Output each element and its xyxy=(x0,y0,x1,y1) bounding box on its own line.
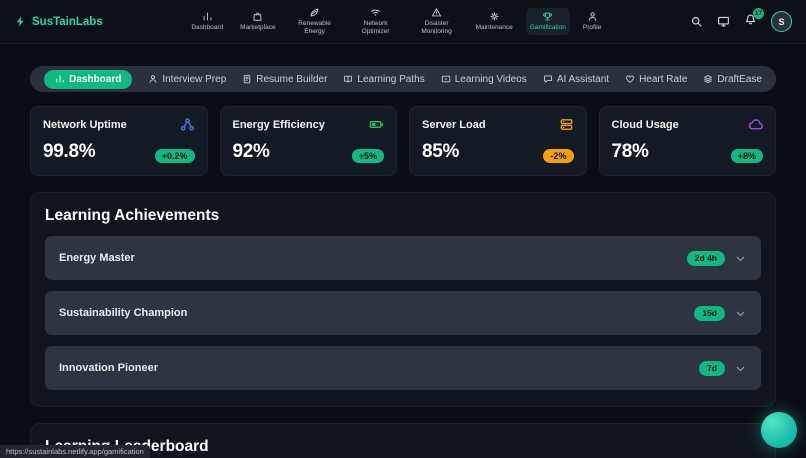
topnav-item-label: Renewable Energy xyxy=(298,20,331,35)
stat-card-server-load: Server Load 85% -2% xyxy=(409,106,587,176)
notification-count-badge: 17 xyxy=(752,7,764,19)
notifications-button[interactable]: 17 xyxy=(744,7,764,31)
stat-delta-badge: +8% xyxy=(730,149,763,163)
subnav-item-resume-builder[interactable]: Resume Builder xyxy=(242,74,327,85)
stats-row: Network Uptime 99.8% +0.2% Energy Effici… xyxy=(30,106,776,176)
topnav-item-disaster-monitoring[interactable]: Disaster Monitoring xyxy=(411,4,463,39)
topnav-item-gamification[interactable]: Gamification xyxy=(525,8,570,35)
topnav-item-label: Dashboard xyxy=(191,24,224,32)
achievement-row-energy-master[interactable]: Energy Master 2d 4h xyxy=(45,236,761,280)
panel-title: Learning Leaderboard xyxy=(45,438,209,455)
achievement-time-badge: 2d 4h xyxy=(686,250,725,266)
network-nodes-icon xyxy=(180,117,195,132)
chat-icon xyxy=(543,74,553,84)
monitor-icon[interactable] xyxy=(717,15,730,28)
subnav-item-learning-videos[interactable]: Learning Videos xyxy=(441,74,527,85)
top-actions: 17 S xyxy=(690,7,792,32)
subnav-item-interview-prep[interactable]: Interview Prep xyxy=(148,74,226,85)
server-icon xyxy=(559,117,574,132)
layers-icon xyxy=(703,74,713,84)
sub-navigation: Dashboard Interview Prep Resume Builder … xyxy=(30,66,776,92)
subnav-item-label: AI Assistant xyxy=(556,73,610,85)
signal-icon xyxy=(370,7,381,18)
stat-value: 92% xyxy=(232,141,270,162)
topnav-item-label: Disaster Monitoring xyxy=(421,20,452,35)
chevron-down-icon xyxy=(734,362,747,375)
achievement-name: Sustainability Champion xyxy=(59,307,188,319)
learning-achievements-panel: Learning Achievements Energy Master 2d 4… xyxy=(30,192,776,407)
stat-value: 99.8% xyxy=(43,141,96,162)
achievement-row-sustainability-champion[interactable]: Sustainability Champion 15d xyxy=(45,291,761,335)
stat-delta-badge: +0.2% xyxy=(154,149,195,163)
achievement-name: Energy Master xyxy=(59,252,135,264)
brand-lightning-icon xyxy=(14,15,27,28)
achievement-row-innovation-pioneer[interactable]: Innovation Pioneer 7d xyxy=(45,346,761,390)
shopping-bag-icon xyxy=(252,11,263,22)
subnav-item-label: Learning Paths xyxy=(357,73,425,85)
achievement-name: Innovation Pioneer xyxy=(59,362,159,374)
bar-chart-icon xyxy=(55,74,65,84)
brand-name: SusTainLabs xyxy=(32,15,103,28)
brand[interactable]: SusTainLabs xyxy=(14,15,103,28)
subnav-item-label: Resume Builder xyxy=(256,73,328,85)
topnav-item-maintenance[interactable]: Maintenance xyxy=(472,8,517,35)
stat-label: Server Load xyxy=(422,118,486,131)
cloud-icon xyxy=(748,117,763,132)
stat-value: 85% xyxy=(422,141,460,162)
main-content: Dashboard Interview Prep Resume Builder … xyxy=(0,44,806,458)
chevron-down-icon xyxy=(734,307,747,320)
achievement-time-badge: 15d xyxy=(694,305,725,321)
avatar[interactable]: S xyxy=(770,11,792,32)
alert-triangle-icon xyxy=(431,7,442,18)
leaf-icon xyxy=(309,7,320,18)
stat-label: Network Uptime xyxy=(43,118,127,131)
stat-card-energy-efficiency: Energy Efficiency 92% +5% xyxy=(219,106,397,176)
stat-label: Cloud Usage xyxy=(611,118,679,131)
topnav-item-profile[interactable]: Profile xyxy=(579,8,605,35)
stat-value: 78% xyxy=(611,141,649,162)
topnav-item-label: Maintenance xyxy=(475,24,513,32)
subnav-item-heart-rate[interactable]: Heart Rate xyxy=(625,74,687,85)
book-icon xyxy=(343,74,353,84)
topnav-item-marketplace[interactable]: Marketplace xyxy=(236,8,279,35)
status-url: https://sustainlabs.netlify.app/gamifica… xyxy=(0,445,150,458)
trophy-icon xyxy=(542,11,553,22)
stat-label: Energy Efficiency xyxy=(232,118,325,131)
subnav-item-learning-paths[interactable]: Learning Paths xyxy=(343,73,425,85)
subnav-item-draftease[interactable]: DraftEase xyxy=(703,73,762,85)
user-icon xyxy=(148,74,158,84)
achievement-time-badge: 7d xyxy=(699,360,725,376)
stat-delta-badge: +5% xyxy=(351,149,384,163)
topnav-item-network-optimizer[interactable]: Network Optimizer xyxy=(350,4,402,39)
topnav-item-label: Profile xyxy=(582,24,602,32)
chevron-down-icon xyxy=(734,252,747,265)
topnav-item-dashboard[interactable]: Dashboard xyxy=(187,8,227,35)
document-icon xyxy=(242,74,252,84)
subnav-item-ai-assistant[interactable]: AI Assistant xyxy=(543,74,609,85)
stat-delta-badge: -2% xyxy=(543,149,574,163)
video-icon xyxy=(441,74,451,84)
subnav-item-label: Learning Videos xyxy=(454,73,527,85)
search-icon[interactable] xyxy=(690,15,703,28)
gear-icon xyxy=(489,11,500,22)
subnav-item-label: DraftEase xyxy=(717,73,762,85)
stat-card-network-uptime: Network Uptime 99.8% +0.2% xyxy=(30,106,208,176)
subnav-item-label: Interview Prep xyxy=(162,73,227,85)
heart-icon xyxy=(625,74,635,84)
subnav-item-dashboard[interactable]: Dashboard xyxy=(44,69,133,89)
stat-card-cloud-usage: Cloud Usage 78% +8% xyxy=(598,106,776,176)
top-navigation-bar: SusTainLabs Dashboard Marketplace Renewa… xyxy=(0,0,806,44)
bar-chart-icon xyxy=(202,11,213,22)
user-icon xyxy=(587,11,598,22)
top-nav: Dashboard Marketplace Renewable Energy N… xyxy=(187,4,605,39)
topnav-item-label: Network Optimizer xyxy=(361,20,390,35)
battery-icon xyxy=(369,117,384,132)
topnav-item-label: Gamification xyxy=(529,24,566,32)
subnav-item-label: Dashboard xyxy=(69,73,122,85)
panel-title: Learning Achievements xyxy=(45,207,220,224)
chat-fab-button[interactable] xyxy=(761,412,797,448)
topnav-item-renewable-energy[interactable]: Renewable Energy xyxy=(289,4,341,39)
topnav-item-label: Marketplace xyxy=(240,24,276,32)
subnav-item-label: Heart Rate xyxy=(639,73,688,85)
